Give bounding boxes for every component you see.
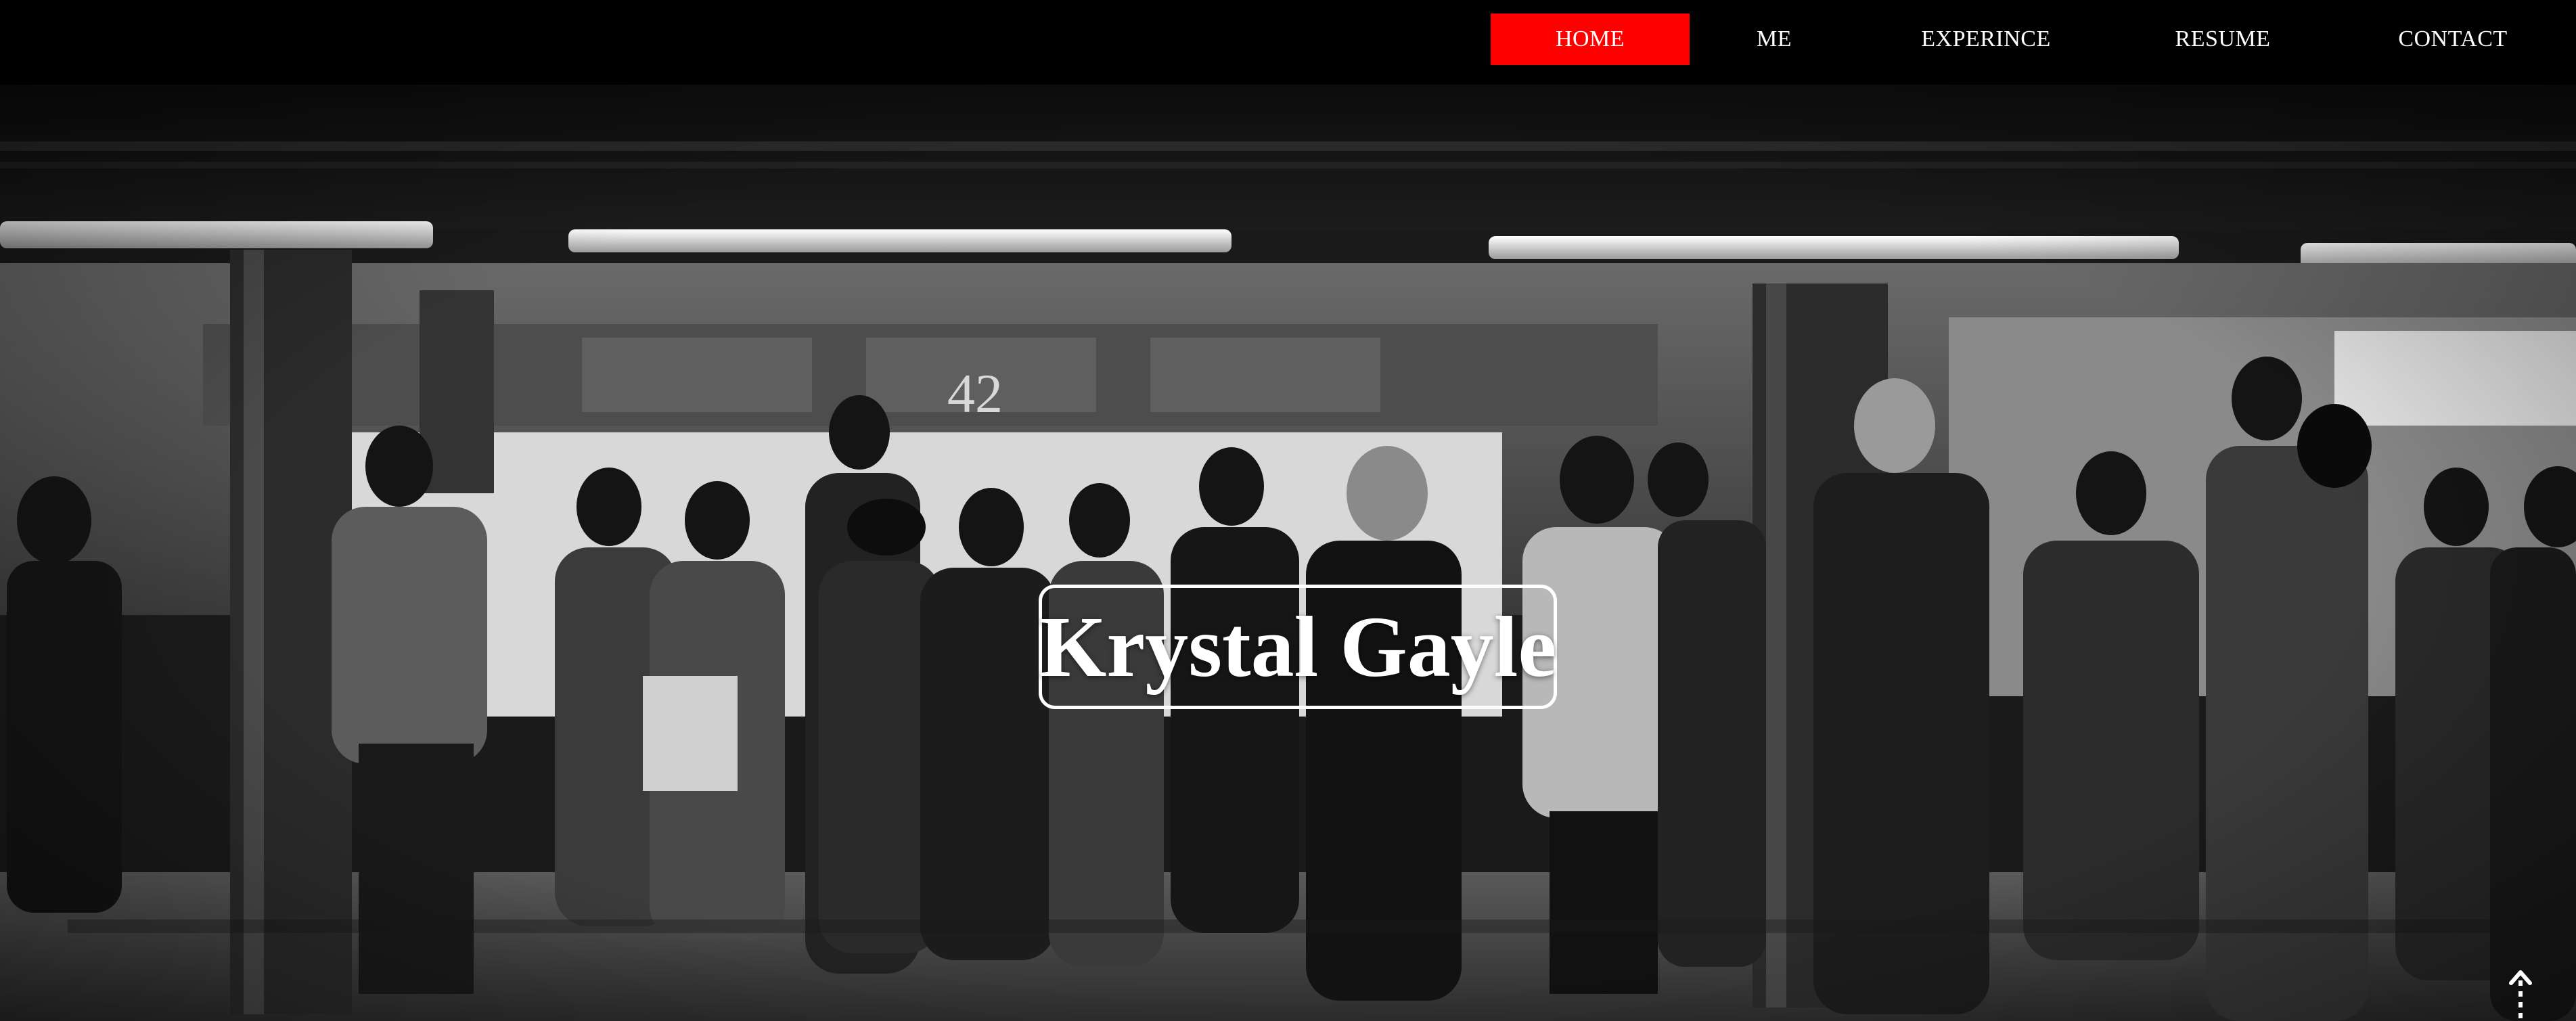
- hero-title-box: Krystal Gayle: [1039, 585, 1557, 709]
- arrow-up-icon[interactable]: [2507, 968, 2534, 1021]
- nav-experience[interactable]: EXPERINCE: [1881, 14, 2091, 65]
- nav-resume[interactable]: RESUME: [2138, 14, 2307, 65]
- nav-contact[interactable]: CONTACT: [2368, 14, 2537, 65]
- hero-section: 42: [0, 6, 2576, 1021]
- nav-me[interactable]: ME: [1712, 14, 1836, 65]
- subway-crowd-background-image: 42: [0, 6, 2576, 1021]
- page: 42: [0, 0, 2576, 1021]
- hero-title: Krystal Gayle: [1039, 599, 1557, 695]
- top-navigation: HOME ME EXPERINCE RESUME CONTACT: [0, 0, 2576, 85]
- nav-home[interactable]: HOME: [1491, 14, 1690, 65]
